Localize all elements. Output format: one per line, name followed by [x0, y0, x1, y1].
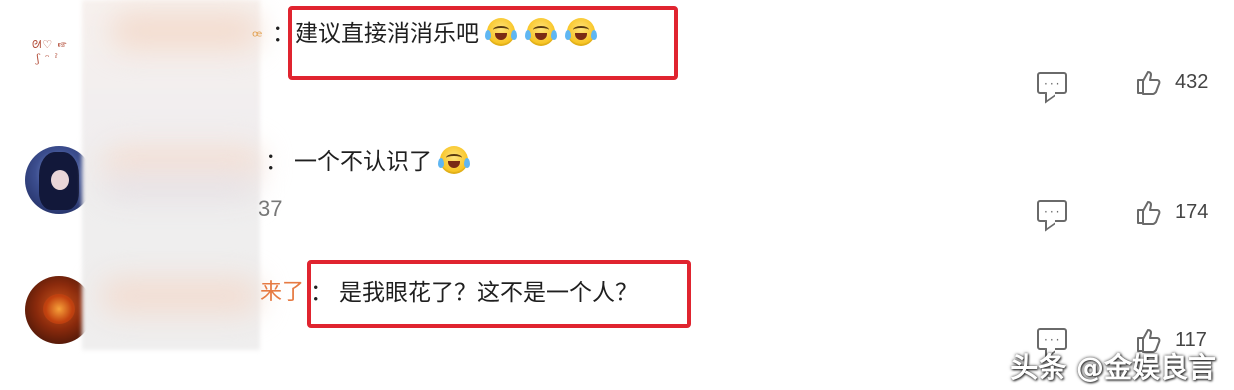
crying-laughing-emoji-icon	[438, 146, 470, 174]
crying-laughing-emoji-icon	[525, 18, 557, 46]
comment-body: 建议直接消消乐吧	[295, 21, 479, 47]
crying-laughing-emoji-icon	[565, 18, 597, 46]
reply-button[interactable]: ···	[1037, 200, 1067, 222]
username-fragment: 来了	[260, 280, 305, 305]
comment-text: ：建议直接消消乐吧	[272, 18, 597, 49]
thumbs-up-icon	[1135, 198, 1163, 226]
comment-text: ：是我眼花了？这不是一个人？	[310, 278, 638, 308]
colon: ：	[265, 149, 288, 175]
thumbs-up-icon	[1135, 68, 1163, 96]
crying-laughing-emoji-icon	[485, 18, 517, 46]
reply-icon: ···	[1037, 72, 1067, 94]
reply-icon: ···	[1037, 200, 1067, 222]
comment-body: 是我眼花了？这不是一个人？	[339, 280, 638, 306]
timestamp-fragment: 37	[258, 196, 283, 221]
comment-list: ᘛ♡ ☞ ʃ ᵔ ˀ ꟹ ：建议直接消消乐吧 ··· 432 ：一个不认识了 3…	[0, 0, 1234, 390]
colon: ：	[310, 280, 333, 306]
username-fragment: ꟹ	[252, 27, 263, 46]
comment-item: ꟹ ：建议直接消消乐吧 ··· 432	[0, 0, 1234, 120]
like-count: 174	[1175, 200, 1209, 223]
watermark: 头条 @金娱良言	[1010, 351, 1216, 384]
like-button[interactable]: 432	[1135, 68, 1208, 96]
comment-body: 一个不认识了	[294, 149, 432, 175]
like-button[interactable]: 174	[1135, 198, 1208, 226]
comment-item: ：一个不认识了 37 ··· 174	[0, 120, 1234, 250]
colon: ：	[272, 21, 295, 47]
reply-button[interactable]: ···	[1037, 72, 1067, 94]
comment-text: ：一个不认识了	[265, 146, 470, 177]
like-count: 432	[1175, 70, 1209, 93]
